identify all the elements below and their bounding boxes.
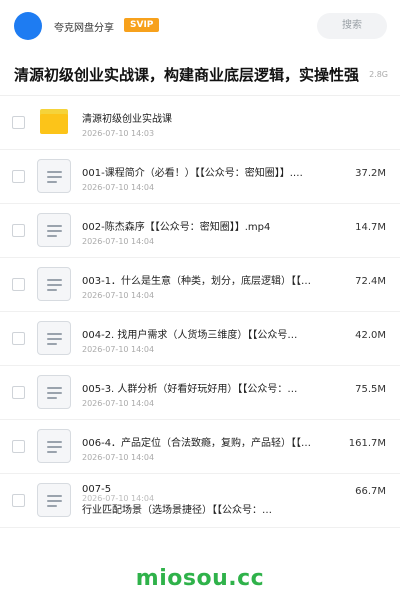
list-item-folder[interactable]: 清源初级创业实战课 2026-07-10 14:03 bbox=[0, 96, 400, 150]
item-checkbox[interactable] bbox=[12, 224, 25, 237]
file-date: 2026-07-10 14:04 bbox=[82, 453, 155, 462]
file-name: 清源初级创业实战课 bbox=[82, 114, 172, 125]
item-checkbox[interactable] bbox=[12, 386, 25, 399]
item-checkbox[interactable] bbox=[12, 440, 25, 453]
file-date: 2026-07-10 14:03 bbox=[82, 129, 155, 138]
document-icon bbox=[37, 159, 71, 193]
list-item[interactable]: 004-2. 找用户需求（人货场三维度）【【公众号… 2026-07-10 14… bbox=[0, 312, 400, 366]
file-size: 66.7M bbox=[355, 486, 386, 497]
file-date: 2026-07-10 14:04 bbox=[82, 237, 155, 246]
file-name-continued: 行业匹配场景（选场景捷径）【【公众号：… bbox=[82, 505, 272, 516]
file-size: 37.2M bbox=[355, 168, 386, 179]
watermark: miosou.cc bbox=[135, 566, 265, 591]
file-name: 001-课程简介（必看！）【【公众号：密知圈】】.… bbox=[82, 168, 303, 179]
document-icon bbox=[37, 483, 71, 517]
item-checkbox[interactable] bbox=[12, 170, 25, 183]
item-checkbox[interactable] bbox=[12, 278, 25, 291]
list-item[interactable]: 002-陈杰森序【【公众号：密知圈】】.mp4 2026-07-10 14:04… bbox=[0, 204, 400, 258]
share-page: 夸克网盘分享 SVIP 搜索 清源初级创业实战课，构建商业底层逻辑，实操性强 2… bbox=[0, 0, 400, 600]
file-date: 2026-07-10 14:04 bbox=[82, 291, 155, 300]
list-item[interactable]: 005-3. 人群分析（好看好玩好用）【【公众号：… 2026-07-10 14… bbox=[0, 366, 400, 420]
file-date: 2026-07-10 14:04 bbox=[82, 183, 155, 192]
username: 夸克网盘分享 bbox=[54, 23, 114, 34]
header: 夸克网盘分享 SVIP 搜索 bbox=[0, 0, 400, 52]
file-name: 002-陈杰森序【【公众号：密知圈】】.mp4 bbox=[82, 222, 271, 233]
item-checkbox[interactable] bbox=[12, 494, 25, 507]
list-item[interactable]: 006-4．产品定位（合法致瘾，复购，产品轻）【【… 2026-07-10 14… bbox=[0, 420, 400, 474]
item-checkbox[interactable] bbox=[12, 332, 25, 345]
file-name: 006-4．产品定位（合法致瘾，复购，产品轻）【【… bbox=[82, 438, 312, 449]
file-date: 2026-07-10 14:04 bbox=[82, 345, 155, 354]
document-icon bbox=[37, 429, 71, 463]
file-size: 42.0M bbox=[355, 330, 386, 341]
file-size: 75.5M bbox=[355, 384, 386, 395]
share-title: 清源初级创业实战课，构建商业底层逻辑，实操性强 bbox=[14, 66, 360, 84]
item-checkbox[interactable] bbox=[12, 116, 25, 129]
file-name: 005-3. 人群分析（好看好玩好用）【【公众号：… bbox=[82, 384, 298, 395]
document-icon bbox=[37, 267, 71, 301]
share-title-row: 清源初级创业实战课，构建商业底层逻辑，实操性强 2.8G bbox=[0, 52, 400, 96]
file-size: 72.4M bbox=[355, 276, 386, 287]
file-date: 2026-07-10 14:04 bbox=[82, 399, 155, 408]
svip-badge: SVIP bbox=[124, 18, 160, 32]
avatar[interactable] bbox=[14, 12, 42, 40]
file-size: 14.7M bbox=[355, 222, 386, 233]
file-list: 清源初级创业实战课 2026-07-10 14:03 001-课程简介（必看！）… bbox=[0, 96, 400, 528]
file-size: 161.7M bbox=[348, 438, 386, 449]
search-button[interactable]: 搜索 bbox=[317, 13, 387, 39]
share-total-size: 2.8G bbox=[369, 70, 388, 79]
file-name: 003-1．什么是生意（种类，划分，底层逻辑）【【… bbox=[82, 276, 312, 287]
list-item[interactable]: 001-课程简介（必看！）【【公众号：密知圈】】.… 2026-07-10 14… bbox=[0, 150, 400, 204]
document-icon bbox=[37, 213, 71, 247]
document-icon bbox=[37, 375, 71, 409]
folder-icon bbox=[40, 109, 68, 134]
list-item[interactable]: 003-1．什么是生意（种类，划分，底层逻辑）【【… 2026-07-10 14… bbox=[0, 258, 400, 312]
document-icon bbox=[37, 321, 71, 355]
list-item[interactable]: 007-5 2026-07-10 14:04 行业匹配场景（选场景捷径）【【公众… bbox=[0, 474, 400, 528]
file-name: 004-2. 找用户需求（人货场三维度）【【公众号… bbox=[82, 330, 298, 341]
